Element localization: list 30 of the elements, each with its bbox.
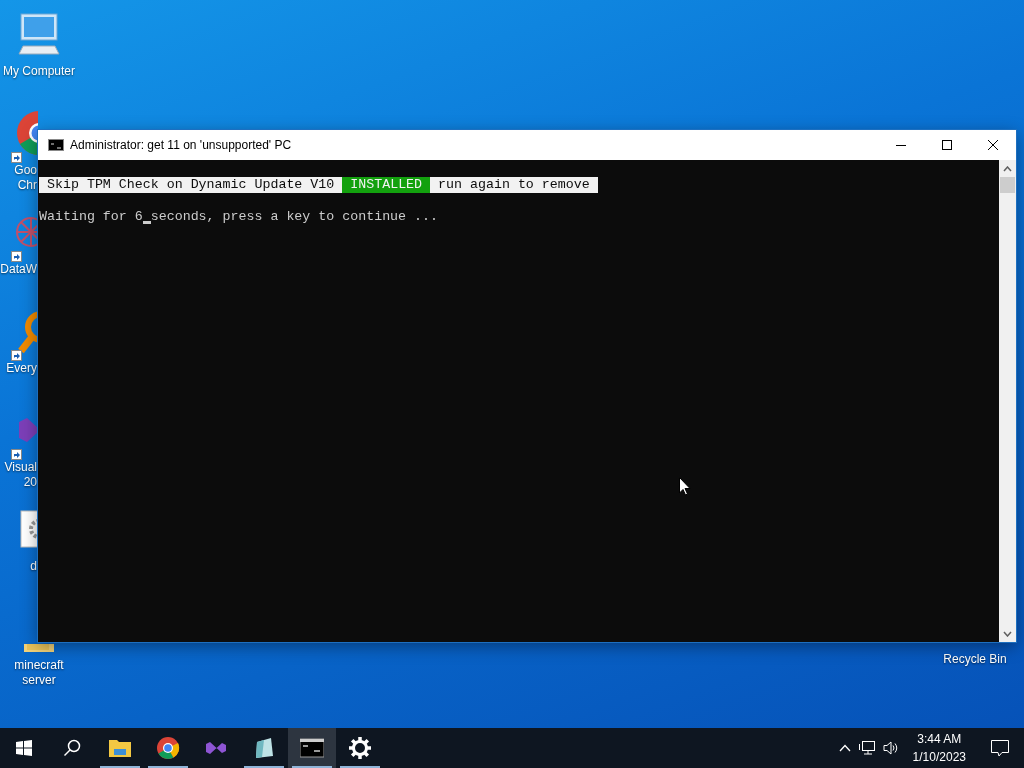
close-icon — [988, 140, 998, 150]
mouse-pointer-icon — [679, 477, 691, 496]
console-text: Waiting for 6 — [39, 209, 143, 225]
window-title: Administrator: get 11 on 'unsupported' PC — [70, 138, 293, 152]
desktop-icon-label[interactable]: DataW — [0, 262, 37, 277]
taskbar-app-button[interactable] — [288, 728, 336, 768]
maximize-icon — [942, 140, 952, 150]
desktop-icon-label[interactable]: Visual 20 — [0, 460, 37, 490]
notification-icon — [991, 739, 1009, 757]
console-text: seconds, press a key to continue ... — [150, 209, 438, 225]
terminal-icon — [300, 736, 324, 760]
desktop-icon-label[interactable]: Recycle Bin — [940, 652, 1010, 666]
scroll-up-icon[interactable] — [1003, 165, 1012, 172]
desktop-icon-label[interactable]: Goo Chr — [0, 163, 37, 193]
scroll-down-icon[interactable] — [1003, 630, 1012, 637]
clock[interactable]: 3:44 AM 1/10/2023 — [902, 730, 976, 766]
console-banner-text: Skip TPM Check on Dynamic Update V10 — [39, 177, 343, 193]
scrollbar[interactable] — [999, 160, 1016, 642]
settings-icon — [348, 736, 372, 760]
scrollbar-thumb[interactable] — [1000, 177, 1015, 193]
search-icon — [63, 739, 81, 757]
text-cursor — [142, 221, 151, 224]
console-banner-text: run again to remove — [430, 177, 598, 193]
desktop-icon-label[interactable]: My Computer — [3, 64, 75, 79]
windows-logo-icon — [16, 740, 32, 756]
desktop-icon-label[interactable]: d — [0, 559, 37, 574]
terminal-icon — [48, 139, 64, 151]
console-banner-text: INSTALLED — [342, 177, 431, 193]
desktop-icon-label[interactable]: Every — [0, 361, 37, 376]
desktop-icon-label[interactable]: minecraft server — [14, 658, 64, 688]
